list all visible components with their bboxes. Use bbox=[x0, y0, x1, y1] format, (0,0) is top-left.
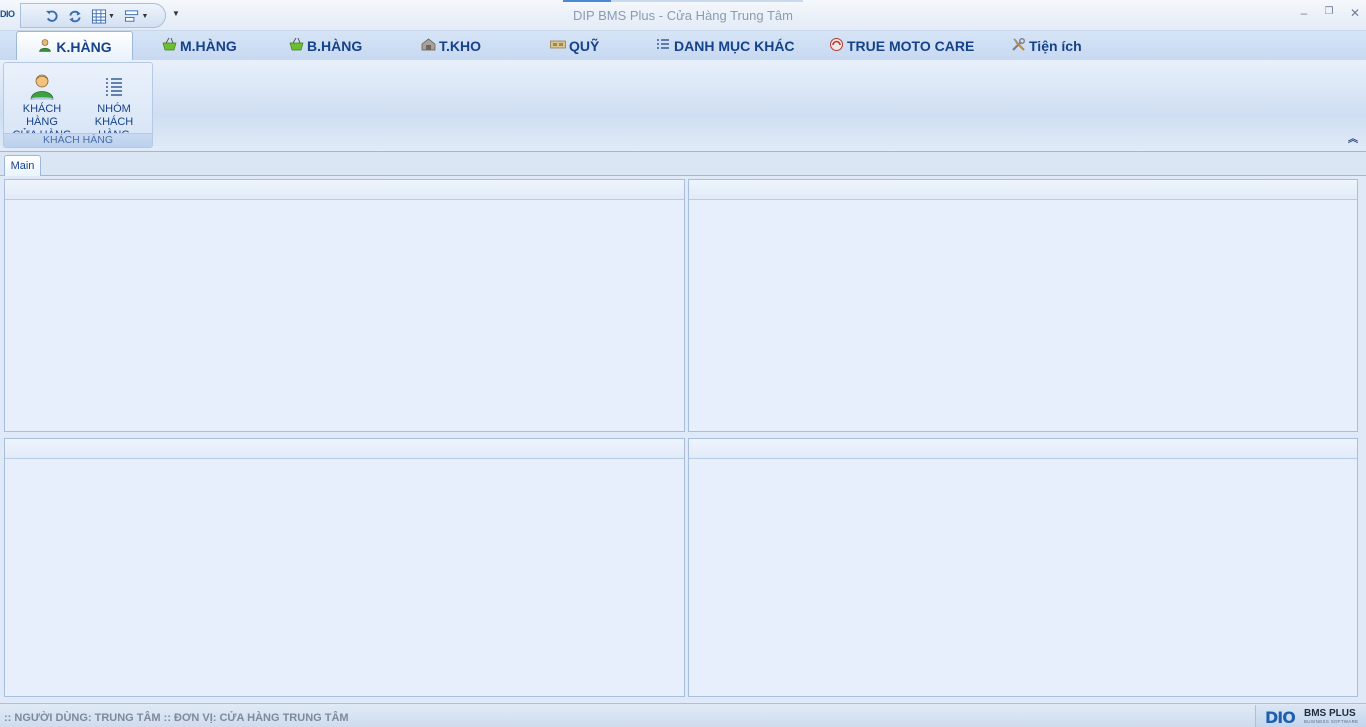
tab-label: K.HÀNG bbox=[56, 38, 112, 55]
ribbon-group-khach-hang: KHÁCH HÀNG CỬA HÀNG NHÓM KHÁCH HÀNG KHÁC… bbox=[3, 62, 153, 148]
tab-quy[interactable]: QUỸ bbox=[550, 31, 599, 60]
restore-button[interactable]: ❐ bbox=[1319, 6, 1339, 24]
ribbon-panel: KHÁCH HÀNG CỬA HÀNG NHÓM KHÁCH HÀNG KHÁC… bbox=[0, 60, 1366, 152]
warehouse-icon bbox=[420, 38, 436, 54]
tab-danh-muc-khac[interactable]: DANH MỤC KHÁC bbox=[655, 31, 795, 60]
tab-bhang[interactable]: B.HÀNG bbox=[288, 31, 362, 60]
title-accent-line bbox=[563, 0, 611, 2]
ribbon-group-caption: KHÁCH HÀNG bbox=[4, 133, 152, 147]
tab-label: Tiện ích bbox=[1029, 37, 1082, 54]
button-label-line1: NHÓM KHÁCH bbox=[94, 103, 134, 128]
dashboard-panel-bottom-left bbox=[4, 438, 685, 697]
tab-label: T.KHO bbox=[439, 37, 481, 54]
brand-subtitle: BUSINESS SOFTWARE bbox=[1304, 719, 1359, 724]
status-user-unit: :: NGƯỜI DÙNG: TRUNG TÂM :: ĐƠN VỊ: CỬA … bbox=[4, 712, 349, 724]
customer-person-icon bbox=[6, 69, 78, 103]
tools-icon bbox=[1010, 37, 1026, 55]
title-bar: DIO ▼ ▼ ▼ DIP BMS Plus - Cửa Hàng Trung … bbox=[0, 0, 1366, 31]
panel-header bbox=[689, 180, 1357, 200]
panel-header bbox=[5, 180, 684, 200]
basket-icon bbox=[288, 37, 304, 54]
panel-header bbox=[689, 439, 1357, 459]
tab-label: DANH MỤC KHÁC bbox=[674, 37, 795, 54]
nhom-khach-hang-button[interactable]: NHÓM KHÁCH HÀNG bbox=[78, 69, 150, 141]
tab-tien-ich[interactable]: Tiện ích bbox=[1010, 31, 1082, 60]
customer-group-list-icon bbox=[78, 69, 150, 103]
khach-hang-cua-hang-button[interactable]: KHÁCH HÀNG CỬA HÀNG bbox=[6, 69, 78, 141]
tab-main[interactable]: Main bbox=[4, 155, 41, 177]
window-title: DIP BMS Plus - Cửa Hàng Trung Tâm bbox=[573, 8, 793, 23]
ribbon-tab-strip: K.HÀNG M.HÀNG B.HÀNG T.KHO QUỸ DANH MỤC … bbox=[0, 31, 1366, 61]
tab-tkho[interactable]: T.KHO bbox=[420, 31, 481, 60]
panel-header bbox=[5, 439, 684, 459]
tab-true-moto-care[interactable]: TRUE MOTO CARE bbox=[828, 31, 974, 60]
document-tab-strip: Main bbox=[0, 152, 1366, 177]
title-accent-line-light bbox=[611, 0, 803, 2]
tab-mhang[interactable]: M.HÀNG bbox=[161, 31, 237, 60]
tab-label: B.HÀNG bbox=[307, 37, 363, 54]
minimize-button[interactable]: – bbox=[1294, 6, 1314, 24]
dashboard-panel-top-right bbox=[688, 179, 1358, 432]
cash-icon bbox=[550, 38, 566, 53]
brand-badge: DIO BMS PLUS BUSINESS SOFTWARE bbox=[1255, 705, 1366, 727]
brand-logo: DIO bbox=[1265, 708, 1296, 727]
customer-icon bbox=[37, 38, 53, 55]
dashboard-panel-top-left bbox=[4, 179, 685, 432]
tab-khang[interactable]: K.HÀNG bbox=[16, 31, 133, 61]
status-bar: :: NGƯỜI DÙNG: TRUNG TÂM :: ĐƠN VỊ: CỬA … bbox=[0, 703, 1366, 727]
basket-icon bbox=[161, 37, 177, 54]
tab-label: QUỸ bbox=[569, 37, 600, 54]
list-icon bbox=[655, 38, 671, 53]
close-button[interactable]: ✕ bbox=[1345, 6, 1365, 24]
tab-label: TRUE MOTO CARE bbox=[847, 37, 975, 54]
dashboard-area bbox=[0, 176, 1366, 703]
moto-care-icon bbox=[828, 37, 844, 54]
brand-name: BMS PLUS bbox=[1304, 708, 1356, 719]
dashboard-panel-bottom-right bbox=[688, 438, 1358, 697]
collapse-ribbon-icon[interactable]: ︽ bbox=[1348, 130, 1358, 145]
tab-label: M.HÀNG bbox=[180, 37, 237, 54]
button-label-line1: KHÁCH HÀNG bbox=[22, 103, 62, 128]
